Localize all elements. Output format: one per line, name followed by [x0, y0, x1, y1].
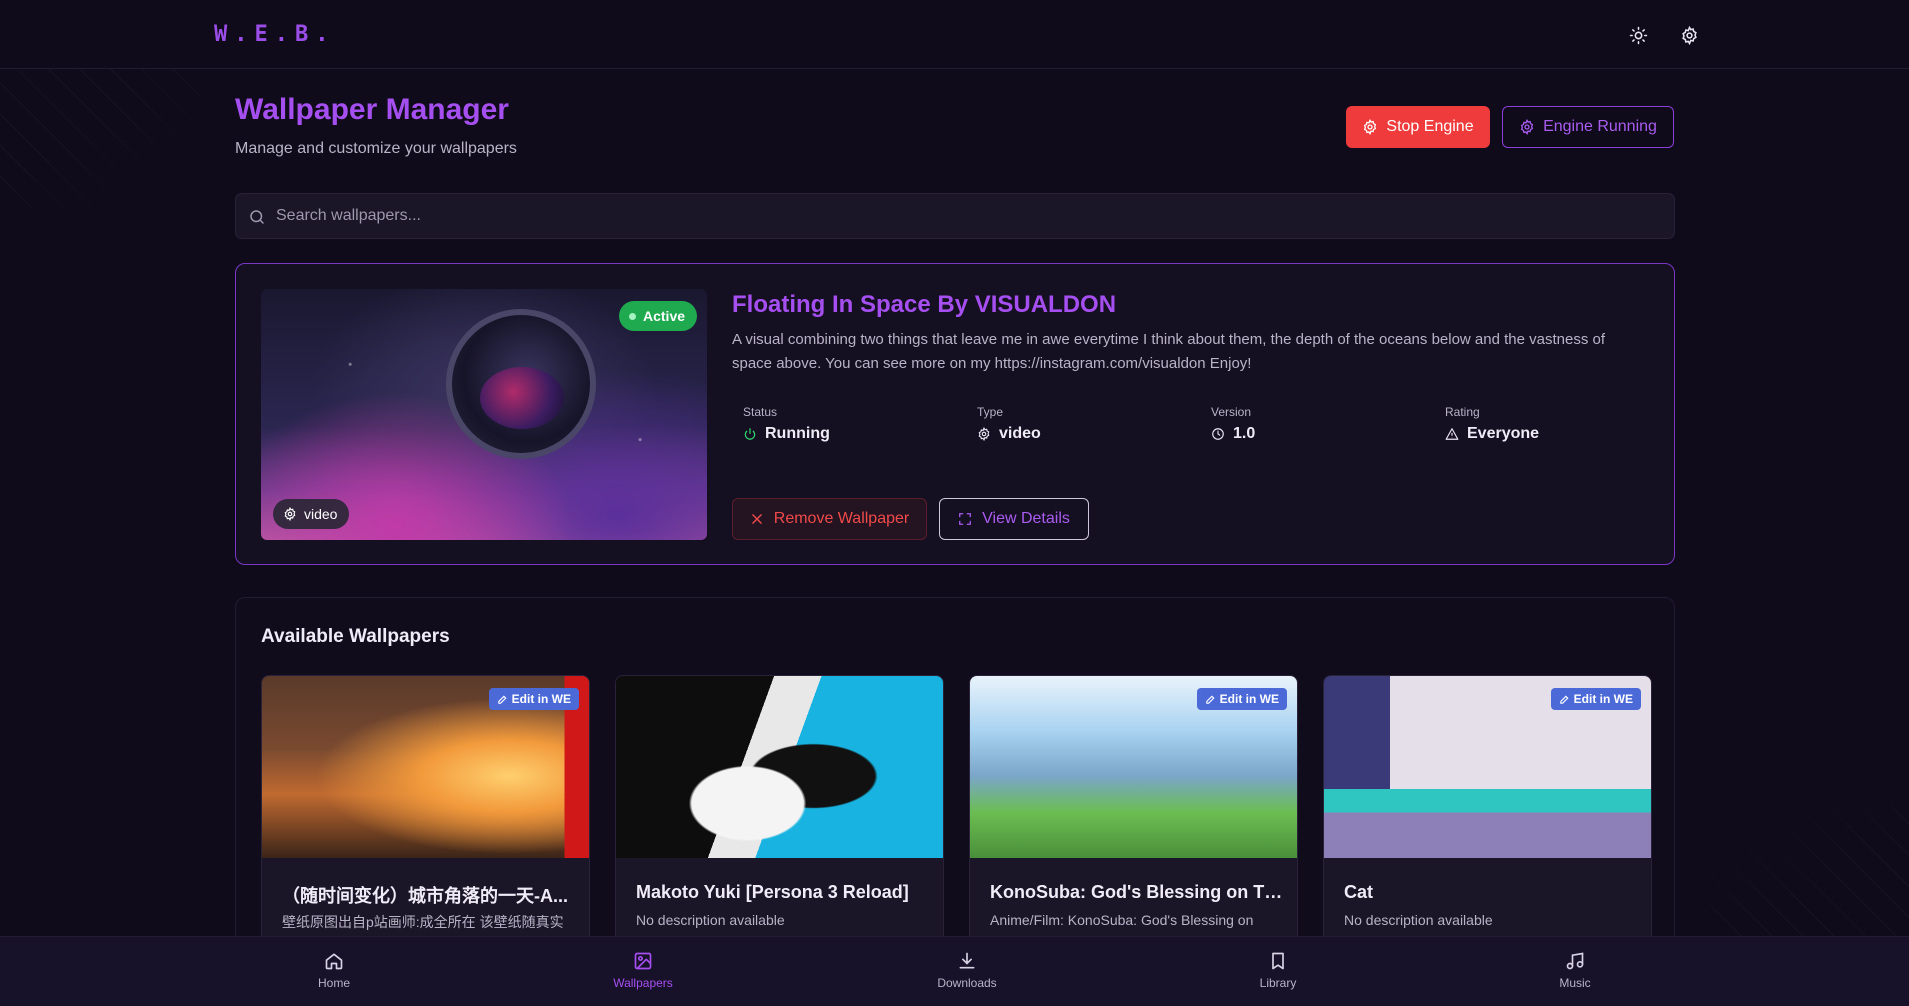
- image-icon: [634, 952, 652, 970]
- gear-icon: [1364, 119, 1377, 135]
- bookmark-icon: [1272, 952, 1284, 970]
- search-bar: [235, 193, 1675, 239]
- edit-icon: [497, 694, 507, 704]
- meta-type: Type video: [977, 405, 1197, 443]
- wallpaper-card[interactable]: Edit in WE （随时间变化）城市角落的一天-A... 壁纸原图出自p站画…: [261, 675, 590, 975]
- close-icon: [751, 514, 762, 524]
- meta-value: Running: [743, 425, 963, 443]
- search-input[interactable]: [276, 194, 1666, 238]
- wallpaper-card[interactable]: Makoto Yuki [Persona 3 Reload] No descri…: [615, 675, 944, 975]
- wallpaper-title: （随时间变化）城市角落的一天-A...: [282, 886, 568, 906]
- status-dot-icon: [629, 312, 636, 320]
- meta-label: Rating: [1445, 405, 1480, 419]
- stop-engine-label: Stop Engine: [1386, 118, 1474, 135]
- type-badge-label: video: [304, 506, 338, 522]
- gear-icon: [1520, 119, 1534, 135]
- nav-item-home[interactable]: Home: [274, 951, 394, 990]
- nav-label: Wallpapers: [613, 976, 673, 990]
- active-wallpaper-description: A visual combining two things that leave…: [732, 331, 1606, 372]
- meta-value-text: Everyone: [1467, 425, 1540, 442]
- nav-label: Music: [1559, 976, 1591, 990]
- remove-wallpaper-label: Remove Wallpaper: [773, 510, 910, 527]
- nav-item-music[interactable]: Music: [1515, 951, 1635, 990]
- view-details-label: View Details: [982, 510, 1070, 527]
- active-badge-label: Active: [643, 308, 686, 324]
- wallpaper-card[interactable]: Edit in WE KonoSuba: God's Blessing on T…: [969, 675, 1298, 975]
- download-icon: [959, 952, 975, 969]
- edit-in-we-label: Edit in WE: [1573, 692, 1633, 706]
- wallpaper-card[interactable]: Edit in WE Cat No description available: [1323, 675, 1652, 975]
- wallpaper-title: Cat: [1344, 882, 1374, 902]
- clock-icon: [1212, 428, 1224, 440]
- meta-value: 1.0: [1211, 425, 1431, 443]
- wallpaper-title: KonoSuba: God's Blessing on Thi...: [990, 882, 1285, 902]
- music-icon: [1566, 952, 1584, 970]
- remove-wallpaper-button[interactable]: Remove Wallpaper: [732, 498, 927, 540]
- background-decoration: [0, 68, 200, 208]
- wallpaper-description: No description available: [636, 912, 785, 928]
- wallpaper-thumbnail: [616, 676, 943, 858]
- page-title: Wallpaper Manager: [235, 93, 509, 126]
- active-badge: Active: [619, 301, 698, 331]
- meta-label: Status: [743, 405, 778, 419]
- settings-button[interactable]: [1674, 20, 1704, 50]
- gear-icon: [1681, 25, 1697, 45]
- home-icon: [325, 953, 343, 970]
- bottom-navigation: Home Wallpapers Downloads Library Music: [0, 936, 1909, 1006]
- wallpaper-description: 壁纸原图出自p站画师:成全所在 该壁纸随真实: [282, 914, 564, 930]
- nav-item-downloads[interactable]: Downloads: [907, 951, 1027, 990]
- gear-icon: [978, 427, 990, 441]
- theme-toggle-button[interactable]: [1623, 20, 1653, 50]
- meta-value-text: video: [999, 425, 1041, 442]
- edit-in-we-button[interactable]: Edit in WE: [1196, 688, 1287, 710]
- background-decoration: [1709, 806, 1909, 936]
- stop-engine-button[interactable]: Stop Engine: [1346, 106, 1490, 148]
- app-root: W.E.B. Wallpaper Manager Manage and cust…: [0, 0, 1909, 1006]
- meta-rating: Rating Everyone: [1445, 405, 1665, 443]
- sun-icon: [1629, 26, 1647, 44]
- wallpaper-description: Anime/Film: KonoSuba: God's Blessing on: [990, 912, 1254, 928]
- meta-label: Type: [977, 405, 1004, 419]
- wallpaper-description: No description available: [1344, 912, 1493, 928]
- meta-value: video: [977, 425, 1197, 443]
- edit-icon: [1559, 694, 1569, 704]
- nav-item-wallpapers[interactable]: Wallpapers: [583, 951, 703, 990]
- view-details-button[interactable]: View Details: [939, 498, 1089, 540]
- active-wallpaper-thumbnail[interactable]: Active video: [261, 289, 707, 540]
- nav-label: Downloads: [937, 976, 997, 990]
- thumbnail-art: [446, 309, 596, 459]
- meta-value-text: 1.0: [1233, 425, 1256, 442]
- meta-value-text: Running: [765, 425, 830, 442]
- nav-item-library[interactable]: Library: [1218, 951, 1338, 990]
- expand-icon: [959, 513, 972, 525]
- edit-icon: [1205, 694, 1215, 704]
- edit-in-we-button[interactable]: Edit in WE: [1550, 688, 1641, 710]
- edit-in-we-button[interactable]: Edit in WE: [488, 688, 579, 710]
- wallpaper-title: Makoto Yuki [Persona 3 Reload]: [636, 882, 909, 902]
- search-icon: [250, 210, 264, 224]
- meta-label: Version: [1211, 405, 1252, 419]
- page-subtitle: Manage and customize your wallpapers: [235, 140, 517, 157]
- gear-icon: [284, 507, 296, 521]
- active-wallpaper-card: Active video Floating In Space By VISUAL…: [235, 263, 1675, 565]
- power-icon: [744, 428, 756, 440]
- top-bar: W.E.B.: [0, 0, 1909, 69]
- app-logo[interactable]: W.E.B.: [214, 22, 335, 47]
- edit-in-we-label: Edit in WE: [1219, 692, 1279, 706]
- nav-label: Home: [317, 976, 350, 990]
- warning-icon: [1445, 428, 1459, 440]
- meta-value: Everyone: [1445, 425, 1665, 443]
- nav-label: Library: [1259, 976, 1297, 990]
- engine-status-button[interactable]: Engine Running: [1502, 106, 1674, 148]
- meta-version: Version 1.0: [1211, 405, 1431, 443]
- meta-status: Status Running: [743, 405, 963, 443]
- type-badge: video: [273, 499, 350, 529]
- active-wallpaper-title: Floating In Space By VISUALDON: [732, 291, 1117, 318]
- edit-in-we-label: Edit in WE: [511, 692, 571, 706]
- section-title: Available Wallpapers: [261, 626, 450, 647]
- engine-status-label: Engine Running: [1543, 118, 1657, 135]
